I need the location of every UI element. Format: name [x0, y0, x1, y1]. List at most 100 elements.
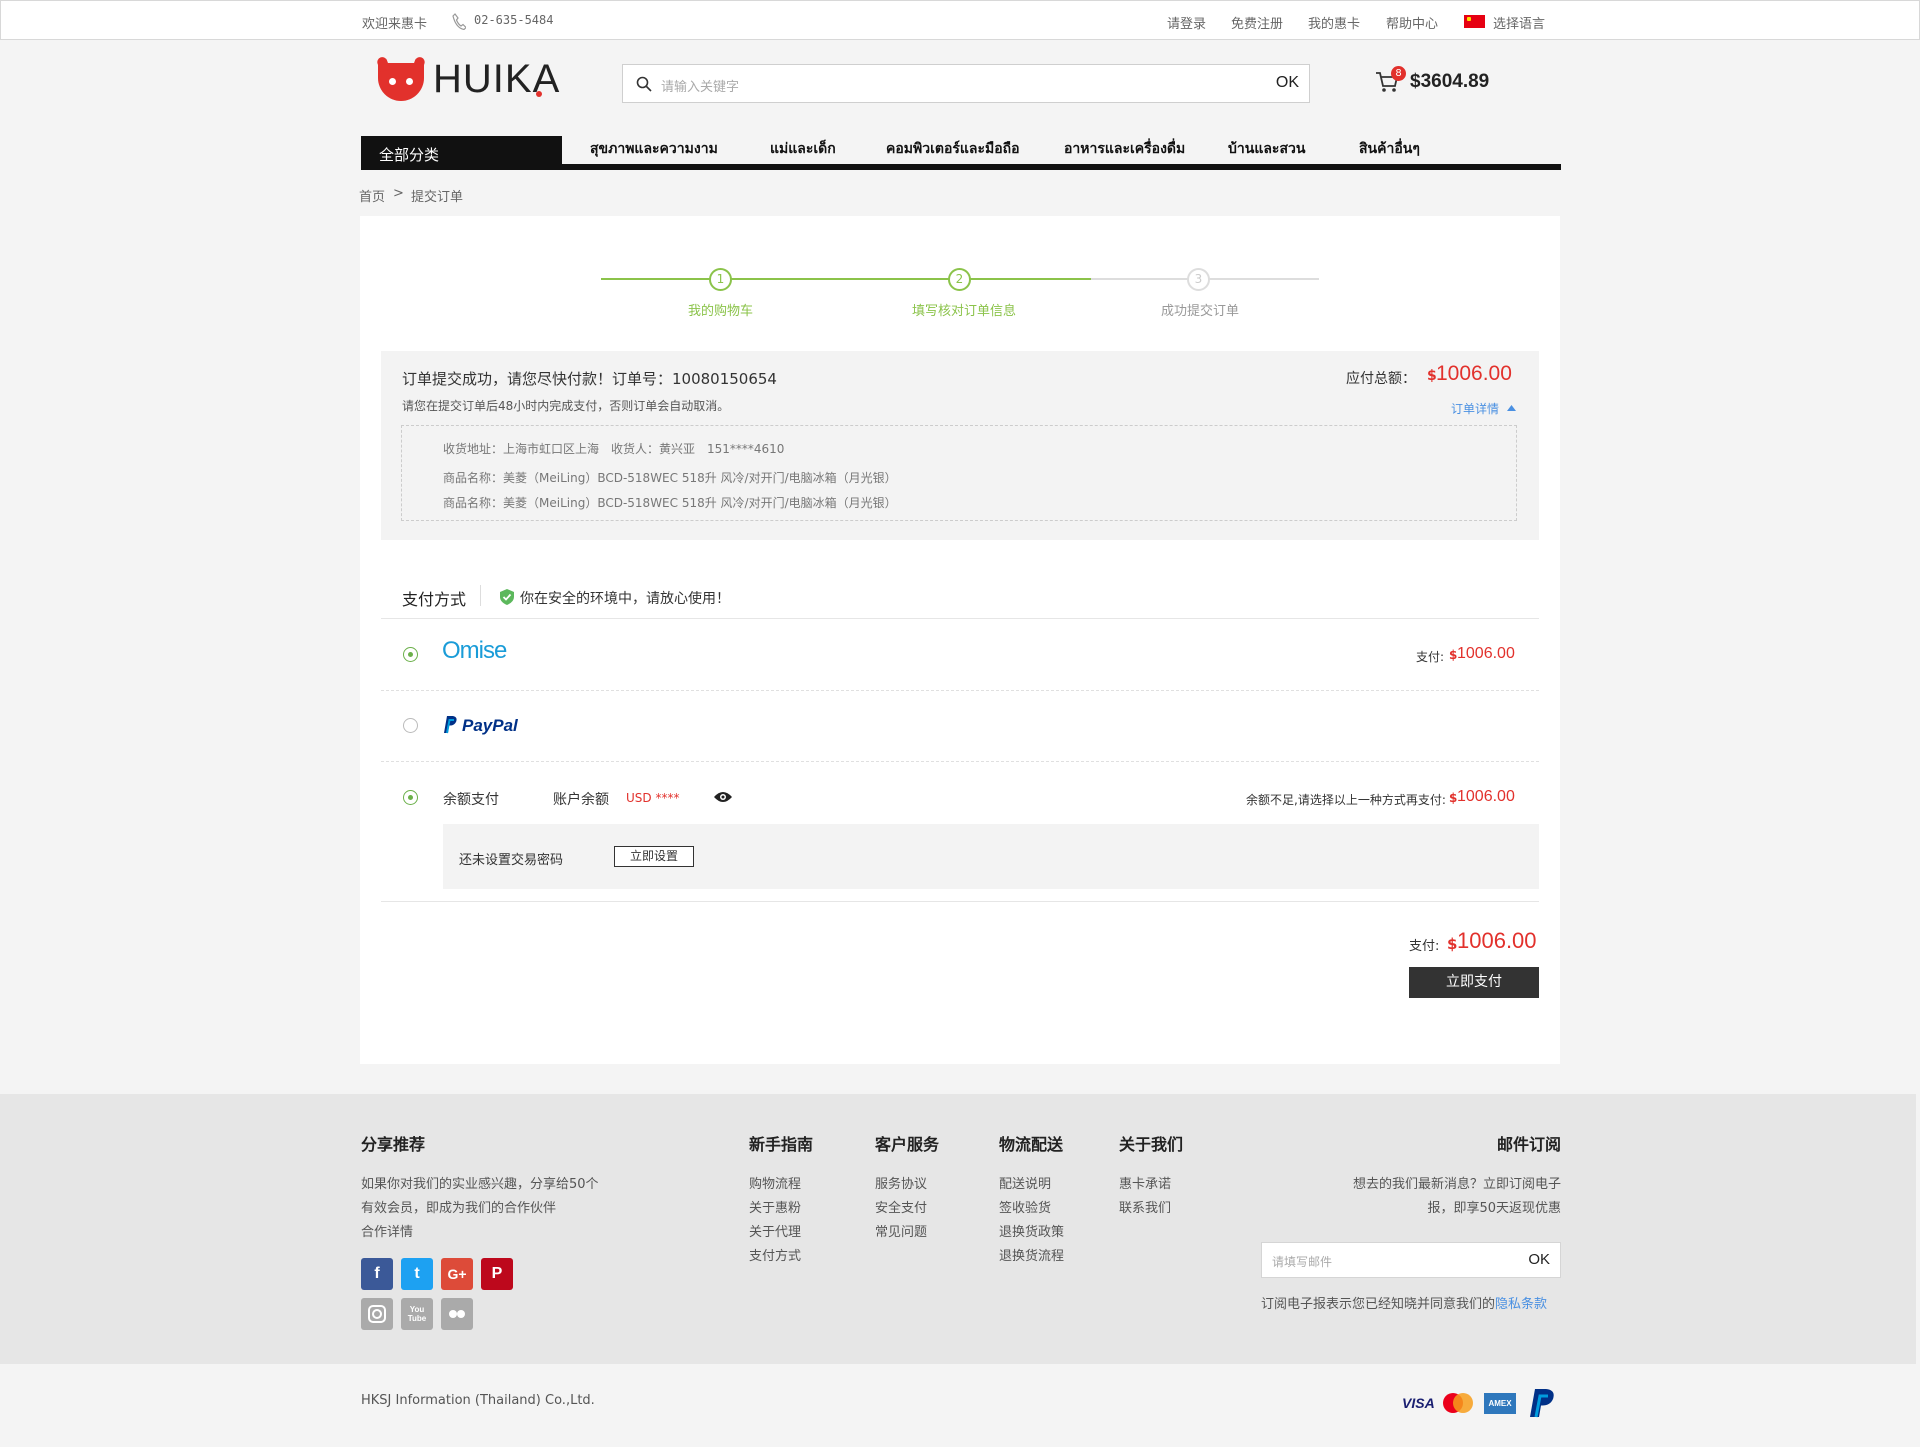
final-amount: 1006.00: [1457, 928, 1537, 953]
welcome-text: 欢迎来惠卡: [362, 17, 428, 32]
partner-details-link[interactable]: 合作详情: [361, 1221, 413, 1240]
step-1-label: 我的购物车: [688, 304, 754, 319]
step-3-circle: 3: [1187, 268, 1210, 291]
footer-link[interactable]: 购物流程: [749, 1173, 801, 1192]
pinterest-icon[interactable]: P: [481, 1258, 513, 1290]
step-2-circle: 2: [948, 268, 971, 291]
paypal-logo[interactable]: PayPal: [462, 716, 518, 736]
balance-radio[interactable]: [403, 790, 418, 805]
googleplus-icon[interactable]: G+: [441, 1258, 473, 1290]
privacy-notice: 订阅电子报表示您已经知晓并同意我们的隐私条款: [1261, 1293, 1547, 1312]
email-subscribe-field[interactable]: 请填写邮件 OK: [1261, 1242, 1561, 1278]
footer-link[interactable]: 关于惠粉: [749, 1197, 801, 1216]
caret-up-icon[interactable]: [1507, 405, 1516, 411]
omise-radio[interactable]: [403, 647, 418, 662]
facebook-icon[interactable]: f: [361, 1258, 393, 1290]
footer-col-guide-title: 新手指南: [749, 1135, 814, 1154]
footer-link[interactable]: 安全支付: [875, 1197, 927, 1216]
nav-item-food-drink[interactable]: อาหารและเครื่องดื่ม: [1064, 138, 1185, 160]
final-currency: $: [1447, 935, 1458, 953]
search-icon: [636, 76, 652, 92]
account-balance-label: 账户余额: [553, 792, 609, 808]
footer-link[interactable]: 退换货流程: [999, 1245, 1064, 1264]
register-link[interactable]: 免费注册: [1231, 13, 1283, 32]
subscribe-title: 邮件订阅: [1496, 1135, 1561, 1154]
step-2-label: 填写核对订单信息: [912, 304, 1017, 319]
balance-label: 余额支付: [443, 792, 499, 808]
footer-link[interactable]: 签收验货: [999, 1197, 1051, 1216]
top-bar: 欢迎来惠卡 02-635-5484 请登录 免费注册 我的惠卡 帮助中心 选择语…: [0, 0, 1920, 40]
footer: [0, 1094, 1916, 1364]
product-name-2: 商品名称：美菱（MeiLing）BCD-518WEC 518升 风冷/对开门/电…: [443, 496, 897, 510]
pay-now-button[interactable]: 立即支付: [1409, 967, 1539, 998]
breadcrumb-home[interactable]: 首页: [359, 186, 385, 205]
nav-item-computers-mobile[interactable]: คอมพิวเตอร์และมือถือ: [886, 138, 1020, 160]
row-divider: [381, 761, 1539, 762]
product-name-1: 商品名称：美菱（MeiLing）BCD-518WEC 518升 风冷/对开门/电…: [443, 471, 897, 485]
footer-link[interactable]: 配送说明: [999, 1173, 1051, 1192]
my-account-link[interactable]: 我的惠卡: [1308, 13, 1360, 32]
search-input[interactable]: 请输入关键字: [661, 76, 739, 95]
logo-icon[interactable]: [378, 63, 424, 101]
set-password-button[interactable]: 立即设置: [614, 846, 694, 867]
logo-dot: [536, 91, 542, 97]
search-bar[interactable]: 请输入关键字 OK: [622, 64, 1310, 103]
footer-link[interactable]: 服务协议: [875, 1173, 927, 1192]
breadcrumb-current: 提交订单: [411, 190, 464, 205]
email-input[interactable]: 请填写邮件: [1272, 1253, 1332, 1270]
payment-title: 支付方式: [402, 590, 467, 609]
search-button[interactable]: OK: [1276, 74, 1299, 92]
paypal-icon[interactable]: [442, 715, 458, 734]
paypal-radio[interactable]: [403, 718, 418, 733]
privacy-link[interactable]: 隐私条款: [1495, 1297, 1547, 1312]
footer-col-shipping-title: 物流配送: [999, 1135, 1064, 1154]
flickr-icon[interactable]: [441, 1298, 473, 1330]
order-detail-link[interactable]: 订单详情: [1451, 400, 1499, 417]
help-link[interactable]: 帮助中心: [1386, 13, 1438, 32]
nav-item-home-garden[interactable]: บ้านและสวน: [1228, 138, 1305, 160]
share-line-2: 有效会员，即成为我们的合作伙伴: [361, 1201, 557, 1216]
insufficient-balance-message: 余额不足,请选择以上一种方式再支付:: [1246, 793, 1446, 807]
nav-underline: [361, 164, 1561, 170]
email-submit-button[interactable]: OK: [1528, 1251, 1550, 1268]
checkout-panel: [360, 216, 1560, 1064]
subscribe-line-1: 想去的我们最新消息？立即订阅电子: [1352, 1177, 1561, 1192]
bottom-bar: [0, 1364, 1920, 1447]
twitter-icon[interactable]: t: [401, 1258, 433, 1290]
breadcrumb-separator: >: [393, 186, 404, 201]
total-label: 应付总额：: [1346, 371, 1416, 387]
paypal-card-icon: [1530, 1389, 1554, 1418]
footer-link[interactable]: 常见问题: [875, 1221, 927, 1240]
footer-link[interactable]: 惠卡承诺: [1119, 1173, 1171, 1192]
footer-link[interactable]: 退换货政策: [999, 1221, 1064, 1240]
shield-check-icon: [500, 589, 514, 605]
share-line-1: 如果你对我们的实业感兴趣，分享给50个: [361, 1177, 599, 1192]
youtube-icon[interactable]: You Tube: [401, 1298, 433, 1330]
footer-link[interactable]: 联系我们: [1119, 1197, 1171, 1216]
footer-link[interactable]: 支付方式: [749, 1245, 801, 1264]
cart-total[interactable]: $3604.89: [1410, 71, 1489, 93]
footer-col-about-title: 关于我们: [1119, 1135, 1184, 1154]
shipping-address: 收货地址：上海市虹口区上海 收货人：黄兴亚 151****4610: [443, 442, 785, 456]
copyright: HKSJ Information (Thailand) Co.,Ltd.: [361, 1393, 595, 1408]
cart-badge: 8: [1391, 66, 1406, 81]
nav-item-other[interactable]: สินค้าอื่นๆ: [1359, 138, 1420, 160]
phone-number: 02-635-5484: [474, 13, 554, 27]
eye-icon[interactable]: [713, 790, 733, 804]
instagram-icon[interactable]: [361, 1298, 393, 1330]
nav-item-mother-baby[interactable]: แม่และเด็ก: [770, 138, 836, 160]
language-select[interactable]: 选择语言: [1493, 13, 1545, 32]
omise-logo[interactable]: Omise: [442, 637, 507, 665]
step-progress-line: [601, 278, 1091, 280]
china-flag-icon[interactable]: [1464, 15, 1485, 28]
nav-item-health-beauty[interactable]: สุขภาพและความงาม: [590, 138, 718, 160]
payment-header-divider: [381, 618, 1539, 619]
title-divider: [480, 585, 481, 606]
footer-link[interactable]: 关于代理: [749, 1221, 801, 1240]
payment-footer-divider: [381, 901, 1539, 902]
omise-pay-label: 支付:: [1416, 650, 1445, 664]
privacy-text: 订阅电子报表示您已经知晓并同意我们的: [1261, 1297, 1496, 1312]
login-link[interactable]: 请登录: [1167, 13, 1206, 32]
balance-amount: 1006.00: [1457, 788, 1515, 805]
total-amount: 1006.00: [1436, 362, 1512, 385]
